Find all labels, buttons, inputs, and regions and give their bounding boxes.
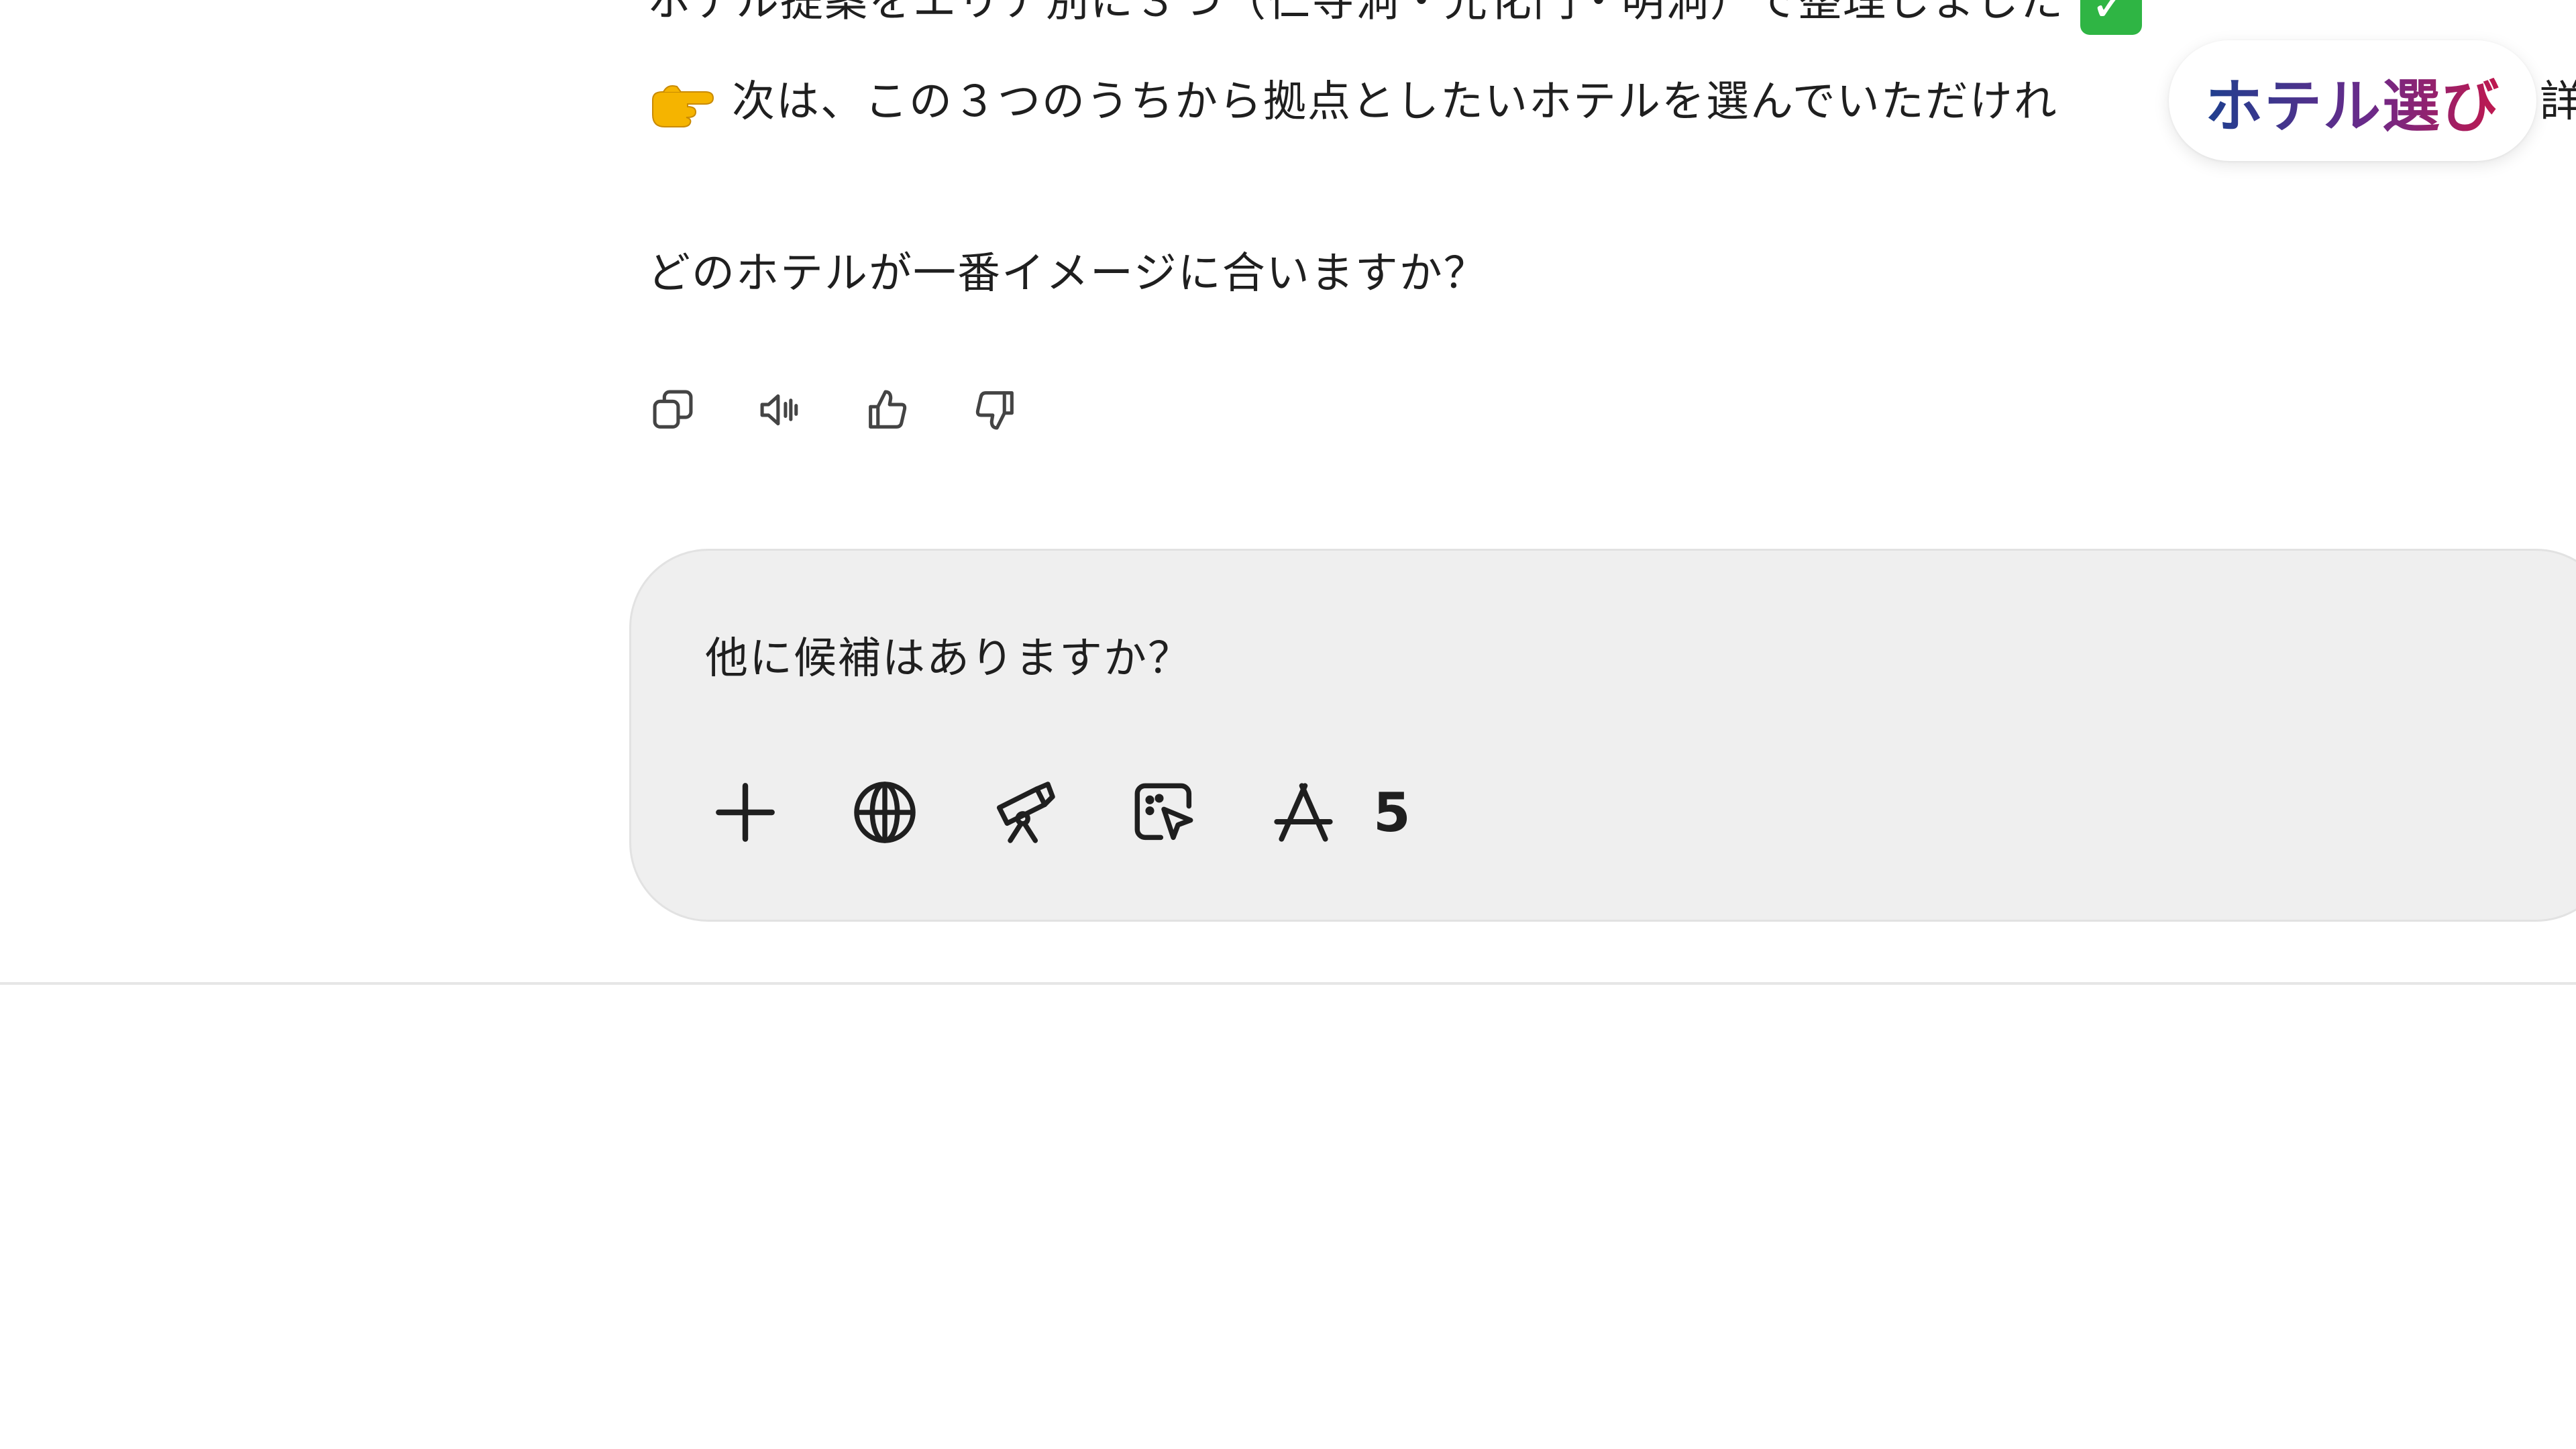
composer-toolbar: 5 [705, 769, 1411, 856]
apps-button[interactable] [1263, 772, 1344, 853]
plus-icon [716, 783, 775, 842]
prompt-input[interactable] [705, 618, 2315, 692]
message-text-next-step: 次は、この３つのうちから拠点としたいホテルを選んでいただけれ [732, 77, 2058, 127]
read-aloud-button[interactable] [750, 380, 810, 440]
canvas-icon [1134, 783, 1193, 841]
message-text-question: どのホテルが一番イメージに合いますか？ [647, 249, 1488, 299]
message-text-summary: ホテル提案をエリア別に３つ（仁寺洞・光化門・明洞）で整理しました [647, 0, 2064, 27]
chat-window: ホテル提案をエリア別に３つ（仁寺洞・光化門・明洞）で整理しました ✓ 次は、この３… [0, 0, 2576, 1449]
web-search-button[interactable] [845, 772, 925, 853]
canvas-button[interactable] [1124, 772, 1204, 853]
app-store-icon [1274, 783, 1333, 842]
add-attachment-button[interactable] [705, 772, 786, 853]
conversation-title-pill[interactable]: ホテル選び [2169, 40, 2536, 161]
good-response-button[interactable] [857, 380, 918, 440]
check-mark-icon: ✓ [2080, 0, 2142, 35]
message-line-question: どのホテルが一番イメージに合いますか？ [647, 247, 1488, 301]
conversation-title: ホテル選び [2205, 59, 2500, 143]
thumbs-up-icon [869, 390, 907, 429]
copy-icon [653, 390, 693, 429]
copy-button[interactable] [643, 380, 703, 440]
deep-research-button[interactable] [984, 772, 1065, 853]
read-aloud-icon [760, 394, 798, 426]
bad-response-button[interactable] [965, 380, 1025, 440]
globe-icon [854, 782, 916, 843]
message-composer: 5 [629, 549, 2576, 922]
message-action-bar [643, 380, 1025, 440]
message-text-overflow: 詳 [2540, 77, 2576, 127]
divider [0, 982, 2576, 985]
tool-count-badge: 5 [1373, 781, 1411, 844]
telescope-icon [996, 782, 1055, 843]
message-line-next-step: 次は、この３つのうちから拠点としたいホテルを選んでいただけれ [647, 75, 2058, 131]
message-line-summary: ホテル提案をエリア別に３つ（仁寺洞・光化門・明洞）で整理しました ✓ [647, 0, 2142, 35]
thumbs-down-icon [975, 391, 1014, 430]
pointing-hand-icon [647, 77, 717, 131]
